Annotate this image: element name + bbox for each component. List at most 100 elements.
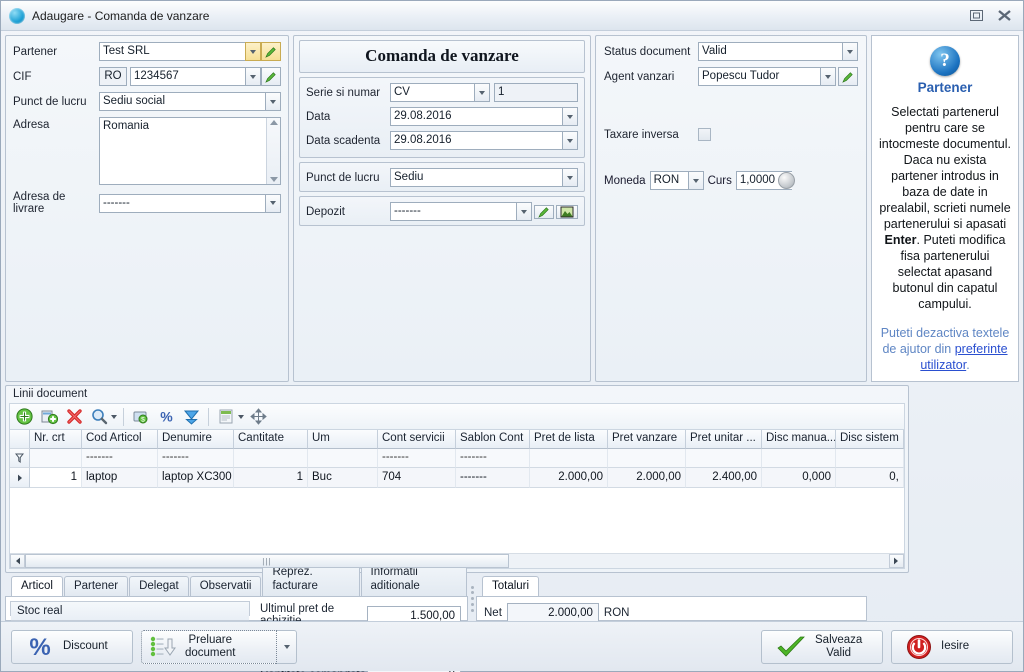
serie-dropdown-arrow[interactable] xyxy=(474,83,490,102)
scroll-down-icon[interactable] xyxy=(269,177,278,182)
data-scadenta-input[interactable]: 29.08.2016 xyxy=(390,131,562,150)
document-lines-grid[interactable]: Nr. crt Cod Articol Denumire Cantitate U… xyxy=(9,429,905,569)
adresa-livrare-combo[interactable]: ------- xyxy=(99,193,281,213)
adresa-livrare-input[interactable]: ------- xyxy=(99,193,265,213)
filter-cell-disc-sistem[interactable] xyxy=(836,449,904,468)
tab-articol[interactable]: Articol xyxy=(11,576,63,596)
moneda-input[interactable]: RON xyxy=(649,171,688,190)
notes-icon[interactable] xyxy=(215,406,237,428)
column-header-denumire[interactable]: Denumire xyxy=(158,430,234,449)
depozit-input[interactable]: ------- xyxy=(390,202,516,221)
partner-input[interactable]: Test SRL xyxy=(99,42,245,61)
numar-input[interactable]: 1 xyxy=(494,83,578,102)
salveaza-valid-button[interactable]: Salveaza Valid xyxy=(761,629,883,664)
discount-button[interactable]: % Discount xyxy=(11,629,133,664)
scroll-right-arrow-icon[interactable] xyxy=(888,554,904,568)
cell-um[interactable]: Buc xyxy=(308,468,378,488)
agent-vanzari-combo[interactable]: Popescu Tudor xyxy=(698,67,858,86)
partner-combo[interactable]: Test SRL xyxy=(99,42,281,61)
fill-down-icon[interactable] xyxy=(180,406,202,428)
grid-filter-row[interactable]: ------- ------- ------- ------- xyxy=(10,449,904,468)
delete-line-icon[interactable] xyxy=(63,406,85,428)
filter-cell-disc-manual[interactable] xyxy=(762,449,836,468)
cell-disc-manual[interactable]: 0,000 xyxy=(762,468,836,488)
tab-totaluri[interactable]: Totaluri xyxy=(482,576,540,596)
punct-lucru-input[interactable]: Sediu social xyxy=(99,92,265,111)
moneda-combo[interactable]: RON xyxy=(649,171,704,190)
cell-nr-crt[interactable]: 1 xyxy=(30,468,82,488)
punct-lucru-combo[interactable]: Sediu social xyxy=(99,92,281,111)
cell-cont-servicii[interactable]: 704 xyxy=(378,468,456,488)
iesire-button[interactable]: Iesire xyxy=(891,629,1013,664)
preluare-document-button[interactable]: Preluare document xyxy=(141,629,277,664)
search-dropdown-arrow[interactable] xyxy=(111,414,117,419)
filter-cell-sablon-cont[interactable]: ------- xyxy=(456,449,530,468)
grid-horizontal-scrollbar[interactable]: ||| xyxy=(10,553,904,568)
panel-splitter[interactable] xyxy=(468,576,476,621)
price-icon[interactable]: $ xyxy=(130,406,152,428)
cif-edit-pencil-icon[interactable] xyxy=(261,67,281,86)
filter-cell-nr-crt[interactable] xyxy=(30,449,82,468)
data-datepicker[interactable]: 29.08.2016 xyxy=(390,107,578,126)
search-icon[interactable] xyxy=(88,406,110,428)
status-document-combo[interactable]: Valid xyxy=(698,42,858,61)
cif-dropdown-arrow[interactable] xyxy=(245,67,261,86)
scroll-left-arrow-icon[interactable] xyxy=(10,554,25,568)
notes-dropdown-arrow[interactable] xyxy=(238,414,244,419)
cell-cod-articol[interactable]: laptop xyxy=(82,468,158,488)
column-header-disc-manual[interactable]: Disc manua... xyxy=(762,430,836,449)
preluare-document-dropdown-arrow[interactable] xyxy=(277,629,297,664)
cif-input[interactable]: 1234567 xyxy=(130,67,245,86)
column-header-pret-unitar[interactable]: Pret unitar ... xyxy=(686,430,762,449)
status-document-input[interactable]: Valid xyxy=(698,42,842,61)
filter-cell-pret-vanzare[interactable] xyxy=(608,449,686,468)
punct-lucru-dropdown-arrow[interactable] xyxy=(265,92,281,111)
tab-delegat[interactable]: Delegat xyxy=(129,576,189,596)
cell-pret-de-lista[interactable]: 2.000,00 xyxy=(530,468,608,488)
restore-window-button[interactable] xyxy=(967,8,985,24)
column-header-cantitate[interactable]: Cantitate xyxy=(234,430,308,449)
cell-pret-unitar[interactable]: 2.400,00 xyxy=(686,468,762,488)
close-window-button[interactable] xyxy=(995,8,1013,24)
column-header-nr-crt[interactable]: Nr. crt xyxy=(30,430,82,449)
status-document-dropdown-arrow[interactable] xyxy=(842,42,858,61)
taxare-inversa-checkbox[interactable] xyxy=(698,128,711,141)
scroll-up-icon[interactable] xyxy=(269,120,278,125)
depozit-picture-icon[interactable] xyxy=(556,204,578,219)
agent-vanzari-edit-pencil-icon[interactable] xyxy=(838,67,858,86)
depozit-combo[interactable]: ------- xyxy=(390,202,532,221)
adresa-textarea[interactable]: Romania xyxy=(99,117,281,185)
row-selector-arrow-icon[interactable] xyxy=(10,468,30,488)
filter-cell-um[interactable] xyxy=(308,449,378,468)
column-header-cod-articol[interactable]: Cod Articol xyxy=(82,430,158,449)
agent-vanzari-dropdown-arrow[interactable] xyxy=(820,67,836,86)
scrollbar-track[interactable]: ||| xyxy=(25,554,889,568)
data-scadenta-datepicker[interactable]: 29.08.2016 xyxy=(390,131,578,150)
serie-combo[interactable]: CV xyxy=(390,83,490,102)
column-header-sablon-cont[interactable]: Sablon Cont xyxy=(456,430,530,449)
cell-pret-vanzare[interactable]: 2.000,00 xyxy=(608,468,686,488)
data-calendar-dropdown-arrow[interactable] xyxy=(562,107,578,126)
discount-percent-icon[interactable]: % xyxy=(155,406,177,428)
adresa-livrare-dropdown-arrow[interactable] xyxy=(265,193,281,213)
filter-cell-pret-de-lista[interactable] xyxy=(530,449,608,468)
serie-input[interactable]: CV xyxy=(390,83,474,102)
curs-refresh-icon[interactable] xyxy=(777,172,795,189)
column-header-um[interactable]: Um xyxy=(308,430,378,449)
data-scadenta-calendar-dropdown-arrow[interactable] xyxy=(562,131,578,150)
partner-edit-pencil-icon[interactable] xyxy=(261,42,281,61)
cif-prefix-input[interactable]: RO xyxy=(99,67,127,86)
add-line-icon[interactable] xyxy=(13,406,35,428)
cell-sablon-cont[interactable]: ------- xyxy=(456,468,530,488)
agent-vanzari-input[interactable]: Popescu Tudor xyxy=(698,67,820,86)
adresa-scrollbar[interactable] xyxy=(266,118,280,184)
doc-punct-lucru-combo[interactable]: Sediu xyxy=(390,168,578,187)
cell-disc-sistem[interactable]: 0, xyxy=(836,468,904,488)
filter-cell-cod-articol[interactable]: ------- xyxy=(82,449,158,468)
column-header-pret-de-lista[interactable]: Pret de lista xyxy=(530,430,608,449)
scrollbar-thumb[interactable]: ||| xyxy=(25,554,509,568)
tab-observatii[interactable]: Observatii xyxy=(189,576,262,596)
depozit-dropdown-arrow[interactable] xyxy=(516,202,532,221)
partner-dropdown-arrow[interactable] xyxy=(245,42,261,61)
doc-punct-lucru-dropdown-arrow[interactable] xyxy=(562,168,578,187)
